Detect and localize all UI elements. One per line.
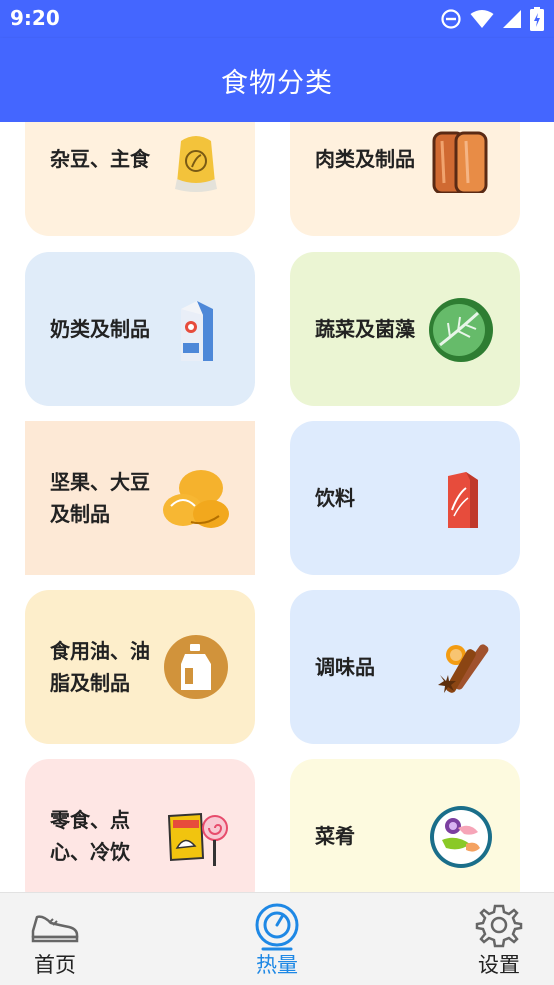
sausage-icon [432,131,488,193]
category-label: 坚果、大豆及制品 [50,470,150,526]
cola-can-icon [448,472,478,528]
category-card-snacks[interactable]: 零食、点心、冷饮 [25,759,255,892]
category-card-meat[interactable]: 肉类及制品 [290,122,520,236]
category-card-staple[interactable]: 杂豆、主食 [25,122,255,236]
nuts-icon [163,470,229,528]
category-label: 杂豆、主食 [50,147,150,171]
battery-icon [530,7,544,31]
status-bar: 9:20 [0,0,554,38]
nav-item-home[interactable]: 首页 [0,893,115,985]
wifi-icon [470,10,494,28]
category-label: 饮料 [315,486,355,510]
chips-lollipop-icon [167,812,228,866]
category-card-vegetable[interactable]: 蔬菜及菌藻 [290,252,520,406]
cabbage-icon [429,298,493,362]
signal-icon [503,10,521,28]
bottom-navigation: 首页 热量 设置 [0,892,554,985]
dish-plate-icon [430,806,492,868]
gear-icon [475,904,523,948]
category-card-dishes[interactable]: 菜肴 [290,759,520,892]
category-label: 蔬菜及菌藻 [315,317,415,341]
category-card-dairy[interactable]: 奶类及制品 [25,252,255,406]
scale-icon [255,903,299,951]
category-card-seasoning[interactable]: 调味品 [290,590,520,744]
category-label: 零食、点心、冷饮 [50,808,130,864]
milk-carton-icon [181,301,213,361]
sneaker-icon [31,915,79,943]
status-time: 9:20 [10,6,60,30]
oil-bottle-icon [164,635,228,699]
category-label: 调味品 [315,655,375,679]
nav-item-settings[interactable]: 设置 [439,893,554,985]
spices-icon [438,644,489,693]
nav-label: 热量 [256,953,298,977]
category-label: 肉类及制品 [315,147,415,171]
category-label: 奶类及制品 [50,317,150,341]
nav-label: 设置 [478,953,520,977]
do-not-disturb-icon [441,9,461,29]
status-icons [440,7,544,31]
grain-sack-icon [175,136,217,192]
category-grid[interactable]: 杂豆、主食 肉类及制品 奶类及制品 蔬菜及菌藻 坚果、大豆及制品 饮料 食用油、… [0,122,554,892]
category-card-oil[interactable]: 食用油、油脂及制品 [25,590,255,744]
category-card-drinks[interactable]: 饮料 [290,421,520,575]
app-bar: 食物分类 [0,38,554,122]
page-title: 食物分类 [221,67,333,99]
nav-label: 首页 [34,953,76,977]
nav-item-calories[interactable]: 热量 [217,893,337,985]
category-label: 菜肴 [315,824,355,848]
category-label: 食用油、油脂及制品 [50,639,150,695]
category-card-nuts[interactable]: 坚果、大豆及制品 [25,421,255,575]
